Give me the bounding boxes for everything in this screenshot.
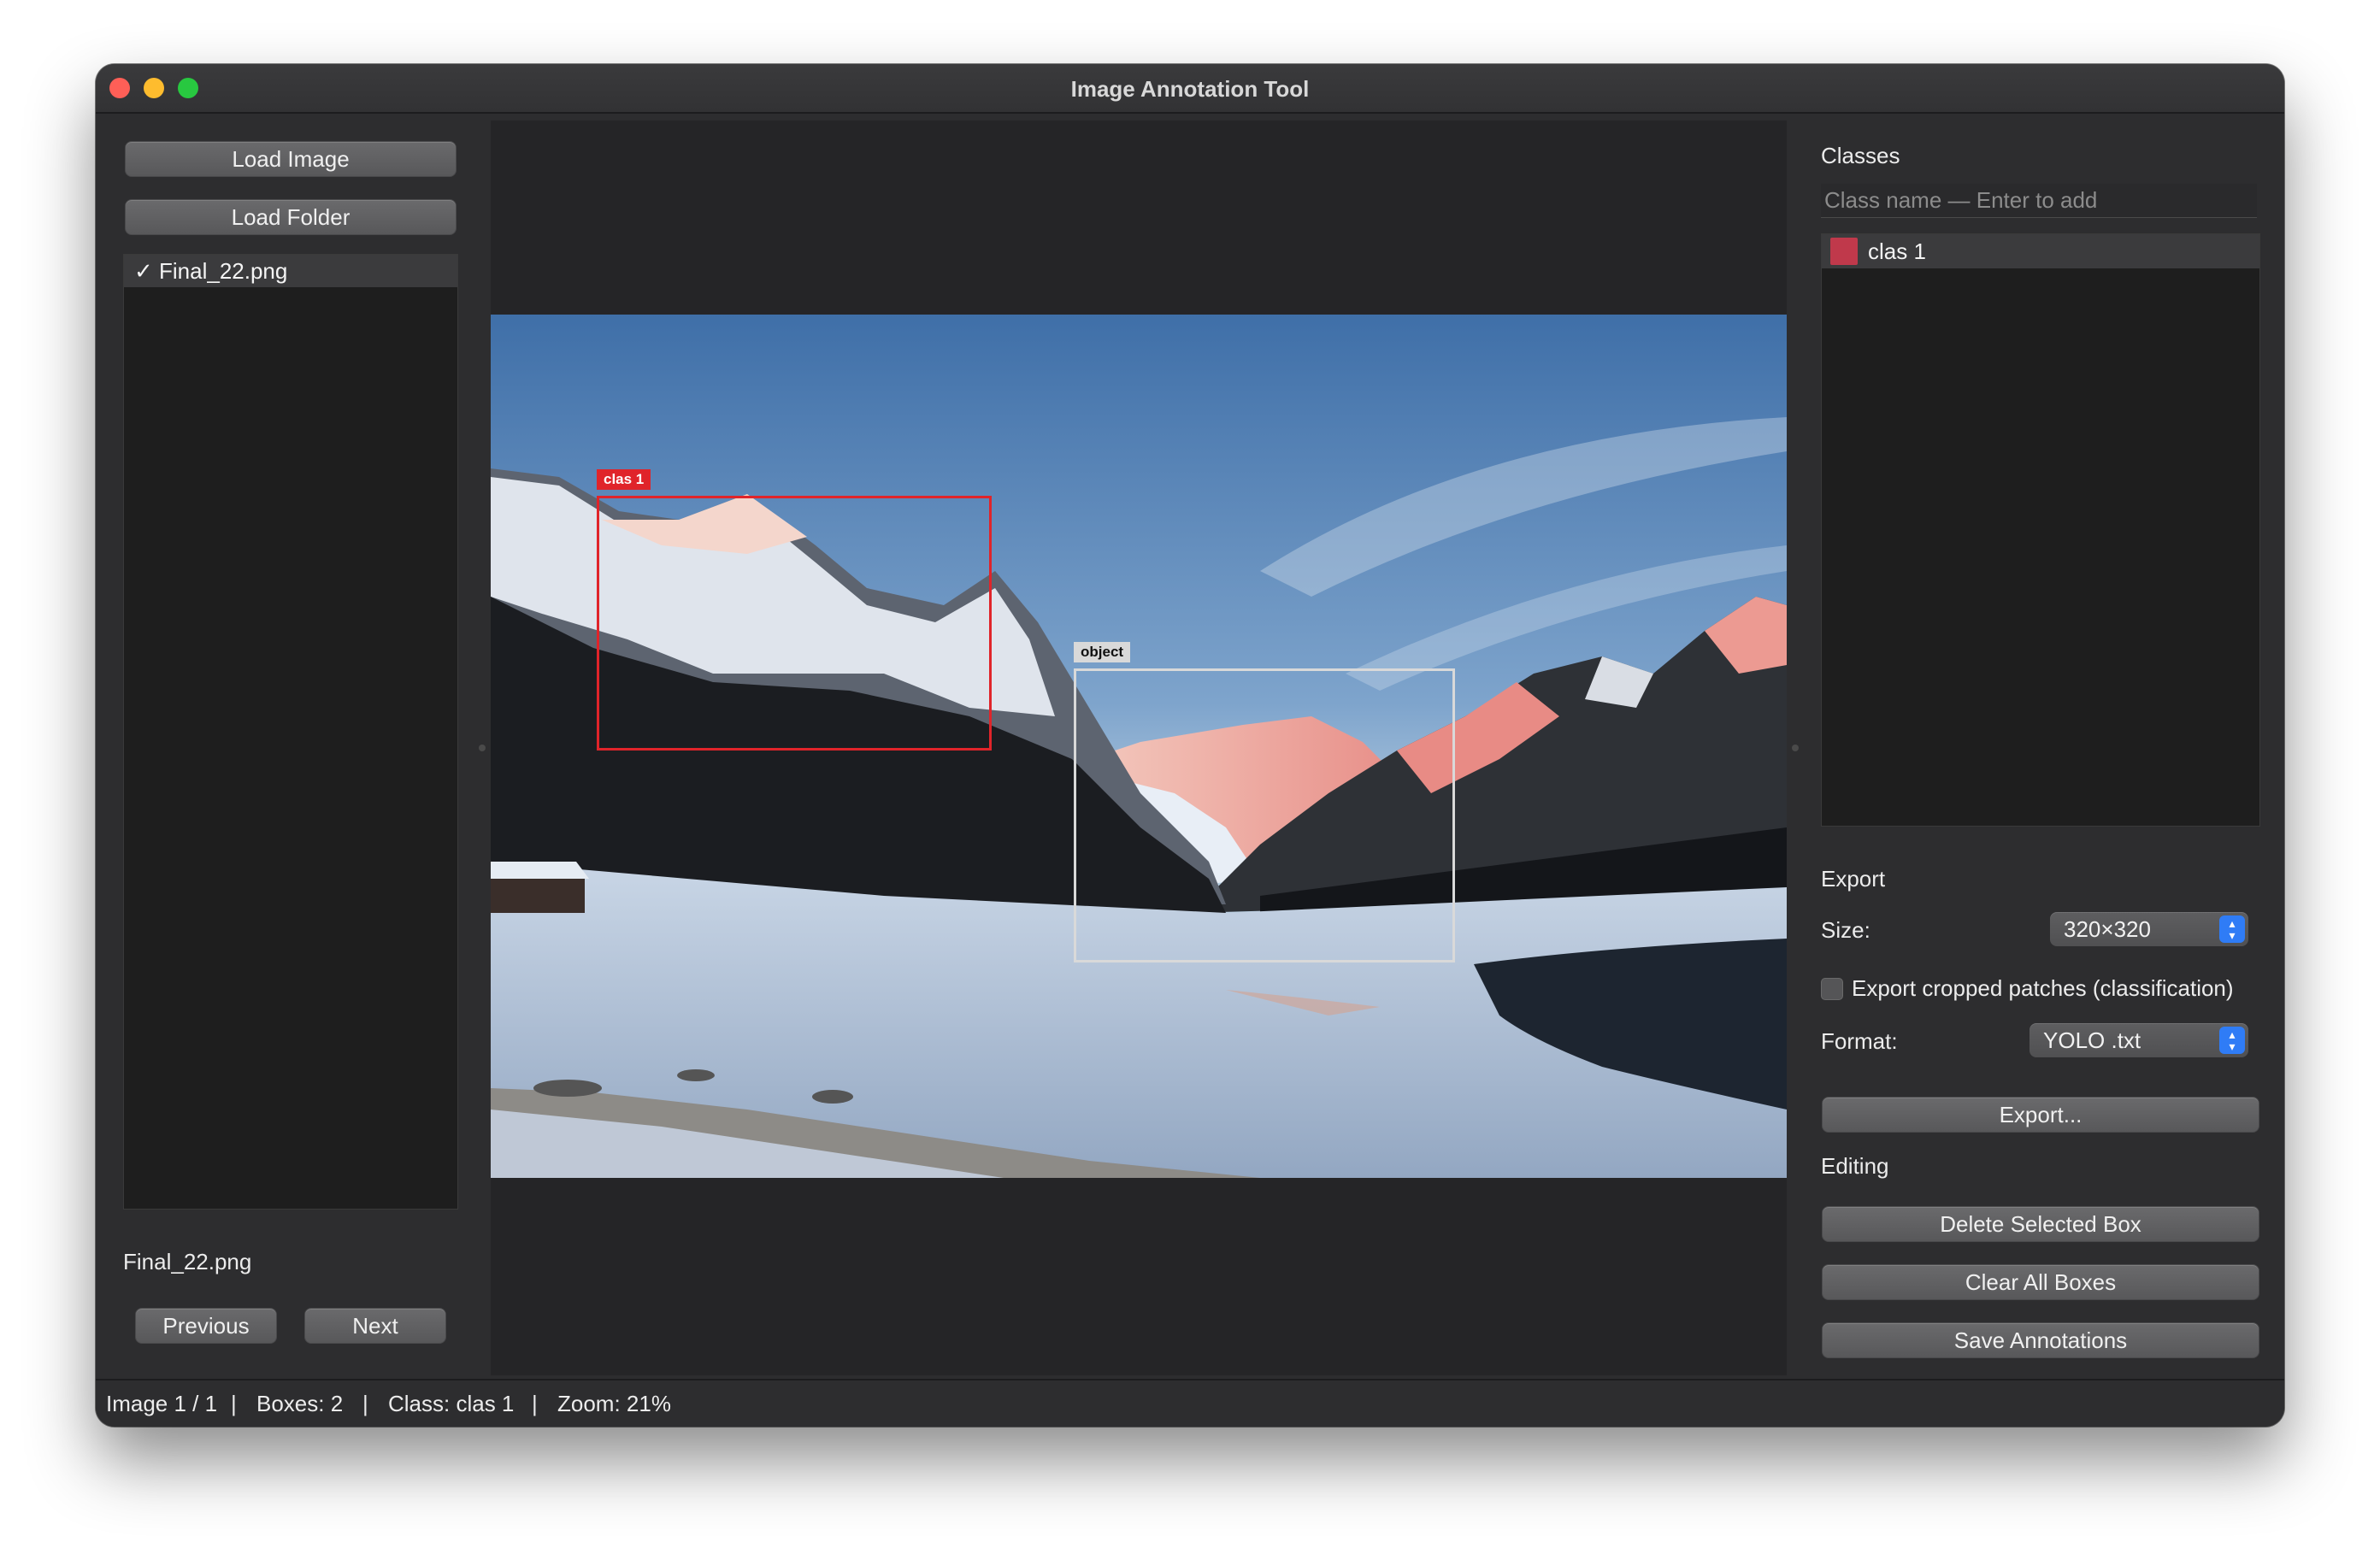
next-button[interactable]: Next — [304, 1308, 446, 1344]
delete-selected-box-button[interactable]: Delete Selected Box — [1822, 1206, 2259, 1242]
annotated-image[interactable]: clas 1 object — [491, 315, 1787, 1178]
save-annotations-button[interactable]: Save Annotations — [1822, 1322, 2259, 1358]
class-list-item[interactable]: clas 1 — [1822, 234, 2259, 268]
class-name-input[interactable] — [1821, 184, 2257, 218]
status-box-count: Boxes: 2 — [256, 1391, 344, 1416]
file-list-item[interactable]: ✓ Final_22.png — [124, 255, 457, 287]
export-cropped-checkbox[interactable] — [1821, 978, 1843, 1000]
size-label: Size: — [1821, 917, 1870, 943]
format-label: Format: — [1821, 1028, 1898, 1054]
class-list-item-label: clas 1 — [1868, 238, 1926, 264]
class-color-swatch — [1830, 238, 1858, 265]
export-button[interactable]: Export... — [1822, 1097, 2259, 1133]
editing-heading: Editing — [1821, 1153, 1889, 1179]
load-image-button[interactable]: Load Image — [125, 141, 457, 177]
left-splitter-handle[interactable] — [479, 745, 486, 751]
size-select-value: 320×320 — [2064, 915, 2151, 942]
app-window: Image Annotation Tool Load Image Load Fo… — [96, 64, 2284, 1427]
export-heading: Export — [1821, 866, 1886, 892]
window-title: Image Annotation Tool — [1070, 76, 1310, 102]
bounding-box-2[interactable] — [1074, 668, 1455, 962]
size-select[interactable]: 320×320 ▴ ▾ — [2050, 912, 2248, 946]
bounding-box-2-label: object — [1074, 642, 1131, 662]
clear-all-boxes-button[interactable]: Clear All Boxes — [1822, 1264, 2259, 1300]
file-list[interactable]: ✓ Final_22.png — [123, 254, 458, 1210]
load-folder-button[interactable]: Load Folder — [125, 199, 457, 235]
bounding-box-1-label: clas 1 — [597, 469, 651, 490]
bounding-box-1[interactable] — [597, 496, 992, 751]
chevron-up-down-icon: ▴ ▾ — [2219, 1027, 2245, 1054]
status-zoom: Zoom: 21% — [557, 1391, 671, 1416]
right-splitter-handle[interactable] — [1792, 745, 1799, 751]
chevron-up-down-icon: ▴ ▾ — [2219, 915, 2245, 943]
format-select-value: YOLO .txt — [2043, 1027, 2141, 1053]
status-bar: Image 1 / 1 | Boxes: 2 | Class: clas 1 |… — [96, 1379, 2284, 1427]
format-select[interactable]: YOLO .txt ▴ ▾ — [2029, 1023, 2248, 1057]
class-list[interactable]: clas 1 — [1821, 233, 2260, 827]
status-separator: | — [532, 1391, 538, 1416]
export-cropped-label: Export cropped patches (classification) — [1852, 975, 2234, 1001]
status-current-class: Class: clas 1 — [388, 1391, 515, 1416]
status-separator: | — [362, 1391, 368, 1416]
file-list-item-label: ✓ Final_22.png — [134, 257, 288, 284]
status-image-count: Image 1 / 1 — [106, 1391, 218, 1416]
classes-heading: Classes — [1821, 143, 1900, 168]
current-file-name: Final_22.png — [123, 1249, 252, 1274]
title-bar: Image Annotation Tool — [96, 64, 2284, 114]
status-separator: | — [231, 1391, 237, 1416]
previous-button[interactable]: Previous — [135, 1308, 277, 1344]
